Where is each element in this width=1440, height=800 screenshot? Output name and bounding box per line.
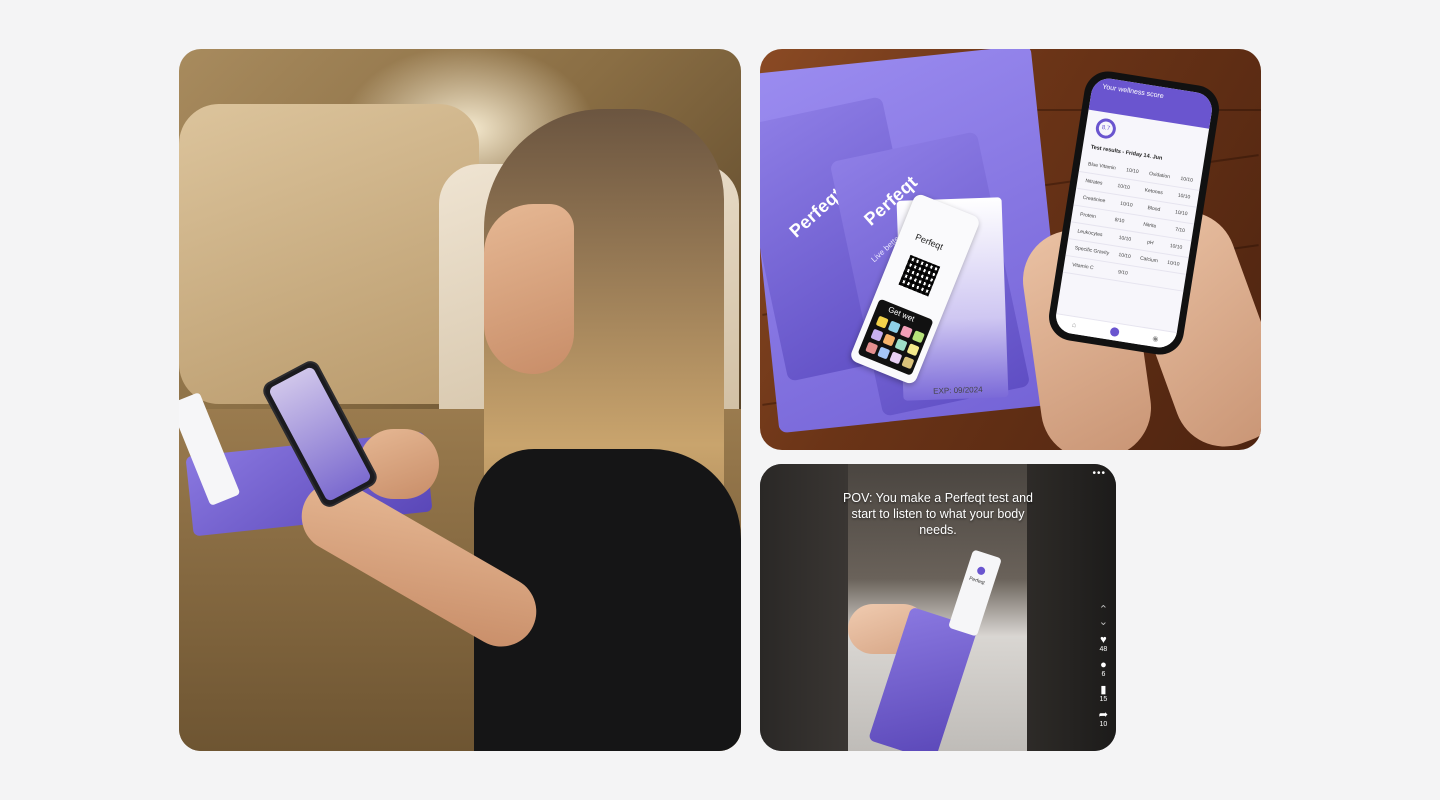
photo-kit-and-app: Perfeqt Perfeqt Live better. Live longer… [760,49,1261,450]
home-icon: ⌂ [1071,321,1077,330]
score-title: Your wellness score [1101,83,1165,101]
results-list: Blue Vitamin 10/10 Oxidation 10/10 Nitrates… [1062,155,1202,292]
like-count: 48 [1099,646,1108,653]
profile-icon: ◉ [1151,334,1159,343]
score-value: 8.7 [1101,124,1111,133]
video-actions: ⌃ ⌄ ♥ 48 ● 6 ▮ 15 ➦ 10 [1099,604,1108,728]
expiry-text: EXP: 09/2024 [933,385,983,396]
face [484,204,574,374]
chevron-down-icon[interactable]: ⌄ [1099,616,1108,628]
strip-brand: Perfeqt [913,231,945,252]
chevron-up-icon[interactable]: ⌃ [1099,604,1108,616]
comment-count: 6 [1101,671,1106,678]
bookmark-icon[interactable]: ▮ [1100,684,1106,696]
strip-logo-icon [976,565,987,576]
score-ring: 8.7 [1094,117,1118,141]
save-count: 15 [1099,696,1108,703]
video-post[interactable]: Perfeqt ••• POV: You make a Perfeqt test… [760,464,1116,751]
sofa-cushion [179,104,479,404]
more-options-icon[interactable]: ••• [1092,468,1106,479]
photo-woman-scanning [179,49,741,751]
video-blur-left [760,464,848,751]
heart-icon[interactable]: ♥ [1100,634,1107,646]
share-count: 10 [1099,721,1108,728]
video-caption: POV: You make a Perfeqt test and start t… [843,491,1033,537]
share-icon[interactable]: ➦ [1099,709,1108,721]
strip-pads: Get wet [857,298,934,376]
qr-code [898,254,941,297]
comment-icon[interactable]: ● [1100,659,1107,671]
video-strip: Perfeqt [948,549,1002,637]
video-strip-brand: Perfeqt [968,575,986,587]
scan-icon [1109,326,1120,338]
